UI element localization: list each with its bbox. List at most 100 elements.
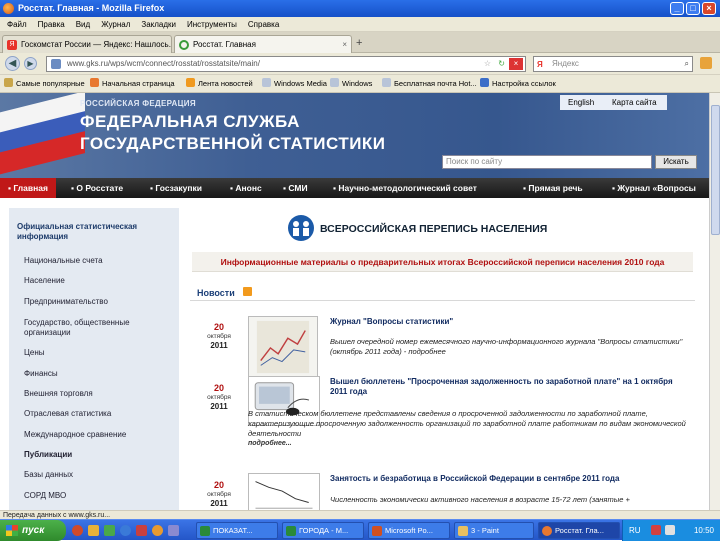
yandex-icon: Я <box>7 40 17 50</box>
taskbar-item[interactable]: Microsoft Po... <box>368 522 450 539</box>
paint-icon <box>458 526 468 536</box>
window-title: Росстат. Главная - Mozilla Firefox <box>18 3 165 13</box>
quick-launch-icon[interactable] <box>104 525 115 536</box>
quick-launch-icon[interactable] <box>88 525 99 536</box>
nav-media[interactable]: ▪ СМИ <box>283 178 308 198</box>
sidebar-item-prices[interactable]: Цены <box>24 348 174 358</box>
stop-button[interactable]: × <box>509 58 523 70</box>
search-box[interactable]: Я Яндекс ⌕ <box>533 56 693 72</box>
nav-council[interactable]: ▪ Научно-методологический совет <box>333 178 477 198</box>
bookmark-most-visited[interactable]: Самые популярные <box>4 75 85 93</box>
site-search-input[interactable]: Поиск по сайту <box>442 155 652 169</box>
sidebar-item-population[interactable]: Население <box>24 276 174 286</box>
sidebar-item-sord[interactable]: СОРД МВО <box>24 491 174 501</box>
sidebar-item-databases[interactable]: Базы данных <box>24 470 174 480</box>
menu-file[interactable]: Файл <box>7 17 27 32</box>
bookmark-news[interactable]: Лента новостей <box>186 75 253 93</box>
sidebar-item-industry[interactable]: Отраслевая статистика <box>24 409 174 419</box>
census-info-link[interactable]: Информационные материалы о предварительн… <box>192 252 693 272</box>
bookmark-home[interactable]: Начальная страница <box>90 75 175 93</box>
powerpoint-icon <box>372 526 382 536</box>
page-icon <box>330 78 339 87</box>
search-icon[interactable]: ⌕ <box>685 57 689 71</box>
language-indicator[interactable]: RU <box>629 520 641 541</box>
menu-bookmarks[interactable]: Закладки <box>141 17 176 32</box>
bookmark-windows[interactable]: Windows <box>330 75 372 93</box>
nav-procurement[interactable]: ▪ Госзакупки <box>150 178 202 198</box>
rss-icon[interactable] <box>243 287 252 296</box>
close-tab-icon[interactable]: × <box>342 36 347 53</box>
close-button[interactable]: × <box>702 2 716 15</box>
sidebar-heading: Официальная статистическая информация <box>17 222 138 241</box>
start-button[interactable]: пуск <box>0 520 66 541</box>
quick-launch-icon[interactable] <box>152 525 163 536</box>
news-text: Вышел очередной номер ежемесячного научн… <box>330 337 683 356</box>
taskbar-item[interactable]: 3 - Paint <box>454 522 534 539</box>
page-icon <box>262 78 271 87</box>
nav-journal[interactable]: ▪ Журнал «Вопросы <box>612 178 696 198</box>
minimize-button[interactable]: _ <box>670 2 684 15</box>
taskbar-item[interactable]: ГОРОДА - М... <box>282 522 364 539</box>
census-title[interactable]: ВСЕРОССИЙСКАЯ ПЕРЕПИСЬ НАСЕЛЕНИЯ <box>320 223 547 235</box>
sidebar-item-business[interactable]: Предпринимательство <box>24 297 174 307</box>
news-title-link[interactable]: Журнал "Вопросы статистики" <box>330 317 690 327</box>
menu-edit[interactable]: Правка <box>38 17 65 32</box>
tab-yandex[interactable]: Я Госкомстат России — Яндекс: Нашлось... <box>2 35 172 53</box>
bookmark-hotmail[interactable]: Бесплатная почта Hot... <box>382 75 477 93</box>
volume-icon[interactable] <box>665 525 675 535</box>
address-bar[interactable]: www.gks.ru/wps/wcm/connect/rosstat/rosst… <box>46 56 526 72</box>
taskbar-item[interactable]: ПОКАЗАТ... <box>196 522 278 539</box>
sidebar-item-finance[interactable]: Финансы <box>24 369 174 379</box>
tab-label: Госкомстат России — Яндекс: Нашлось... <box>21 40 172 49</box>
new-tab-button[interactable]: + <box>356 37 362 49</box>
forward-button[interactable]: ▶ <box>24 57 37 70</box>
tray-icon[interactable] <box>651 525 661 535</box>
sidebar-item-comparison[interactable]: Международное сравнение <box>24 430 174 440</box>
firefox-icon <box>90 78 99 87</box>
bookmark-customize[interactable]: Настройка ссылок <box>480 75 556 93</box>
bookmark-windows-media[interactable]: Windows Media <box>262 75 327 93</box>
news-title-link[interactable]: Вышел бюллетень "Просроченная задолженно… <box>330 377 690 397</box>
menu-tools[interactable]: Инструменты <box>187 17 237 32</box>
firefox-icon <box>542 526 552 536</box>
page-icon <box>480 78 489 87</box>
star-icon[interactable]: ☆ <box>484 57 491 71</box>
sitemap-link[interactable]: Карта сайта <box>612 95 657 110</box>
reload-icon[interactable]: ↻ <box>498 57 505 71</box>
menu-view[interactable]: Вид <box>76 17 90 32</box>
menu-history[interactable]: Журнал <box>101 17 130 32</box>
taskbar-item-active[interactable]: Росстат. Гла... <box>538 522 620 539</box>
more-link[interactable]: подробнее... <box>248 440 292 447</box>
scrollbar-thumb[interactable] <box>711 105 720 235</box>
news-title-link[interactable]: Занятость и безработица в Российской Фед… <box>330 474 690 484</box>
main-navigation: ▪ Главная ▪ О Росстате ▪ Госзакупки ▪ Ан… <box>0 178 709 198</box>
employment-chart-image[interactable] <box>248 473 320 510</box>
quick-launch-icon[interactable] <box>136 525 147 536</box>
site-icon <box>51 59 61 69</box>
quick-launch-icon[interactable] <box>168 525 179 536</box>
home-icon[interactable] <box>700 57 712 69</box>
maximize-button[interactable]: □ <box>686 2 700 15</box>
news-date: 20 октября 2011 <box>207 383 231 412</box>
nav-about[interactable]: ▪ О Росстате <box>71 178 123 198</box>
nav-home[interactable]: ▪ Главная <box>0 178 56 198</box>
nav-announce[interactable]: ▪ Анонс <box>230 178 262 198</box>
english-link[interactable]: English <box>568 95 594 110</box>
menu-help[interactable]: Справка <box>248 17 279 32</box>
header-title-line1: ФЕДЕРАЛЬНАЯ СЛУЖБА <box>80 112 300 131</box>
quick-launch-icon[interactable] <box>72 525 83 536</box>
journal-cover-image[interactable] <box>248 316 318 378</box>
news-text: Численность экономически активного насел… <box>330 495 630 504</box>
sidebar-item-foreign-trade[interactable]: Внешняя торговля <box>24 389 174 399</box>
site-search-button[interactable]: Искать <box>655 155 697 169</box>
sidebar-item-national-accounts[interactable]: Национальные счета <box>24 256 174 266</box>
sidebar-item-government[interactable]: Государство, общественные организации <box>24 318 144 338</box>
loading-icon <box>179 40 189 50</box>
sidebar-item-publications[interactable]: Публикации <box>24 450 174 460</box>
vertical-scrollbar[interactable] <box>709 93 720 510</box>
tab-rosstat[interactable]: Росстат. Главная × <box>174 35 352 53</box>
back-button[interactable]: ◀ <box>5 56 20 71</box>
nav-direct-speech[interactable]: ▪ Прямая речь <box>523 178 583 198</box>
census-logo-icon[interactable] <box>287 214 315 242</box>
quick-launch-icon[interactable] <box>120 525 131 536</box>
